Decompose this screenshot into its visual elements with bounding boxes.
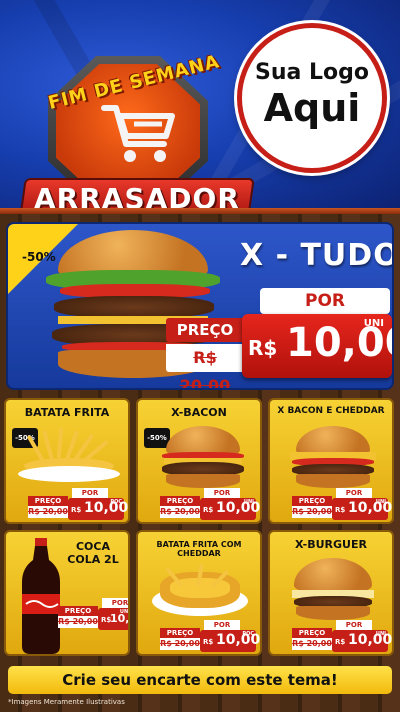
x-bacon-cheddar-image [286,426,380,492]
product-card-coca-cola[interactable]: COCA COLA 2L POR PREÇO R$ 20,00 R$ 10,00… [4,530,130,656]
currency: R$ [203,638,214,646]
product-card-x-burguer[interactable]: X-BURGUER POR PREÇO R$ 20,00 R$ 10,00 UN… [268,530,394,656]
flyer-page: FIM DE SEMANA ARRASADOR Sua Logo Aqui -5… [0,0,400,712]
weekend-badge: FIM DE SEMANA ARRASADOR [18,38,255,214]
product-card-batata-frita[interactable]: BATATA FRITA -50% POR PREÇO R$ 20,00 R$ … [4,398,130,524]
coca-cola-bottle-icon [22,538,60,654]
logo-line1: Sua Logo [254,60,369,85]
product-title: X-BACON [171,406,227,419]
price-tag: POR PREÇO R$ 20,00 R$ 10,00 POC [28,488,128,522]
preco-label: PREÇO [160,496,200,506]
price-tag: POR PREÇO R$ 20,00 R$ 10,00 POC [160,620,260,654]
product-title: X-BURGUER [295,538,367,551]
logo-placeholder[interactable]: Sua Logo Aqui [237,23,387,173]
shopping-cart-icon [101,105,175,162]
price-box: R$ 10,00 POC [68,498,128,520]
preco-label: PREÇO [58,606,98,616]
product-title: COCA COLA 2L [67,540,119,566]
disclaimer-text: *Imagens Meramente Ilustrativas [8,698,125,706]
product-title: BATATA FRITA [24,406,110,419]
old-price: R$ 20,00 [28,506,68,518]
hero-product-title: X - TUDO [240,238,394,273]
product-card-batata-cheddar[interactable]: BATATA FRITA COM CHEDDAR POR PREÇO R$ 20… [136,530,262,656]
old-price: R$ 20,00 [160,506,200,518]
product-card-x-bacon[interactable]: X-BACON -50% POR PREÇO R$ 20,00 R$ 10,00… [136,398,262,524]
old-price: R$ 20,00 [292,506,332,518]
currency: R$ [335,638,346,646]
hero-currency: R$ [248,336,278,360]
por-label: POR [336,488,372,498]
currency: R$ [335,506,346,514]
unit: POC [110,499,122,505]
preco-label: PREÇO [292,496,332,506]
unit: UNI [243,499,254,505]
price-tag: POR PREÇO R$ 20,00 R$ 10,00 UNI [58,598,130,632]
hero-price-box: UNI R$ 10,00 [242,314,392,378]
fries-cheddar-image [152,562,248,622]
hero-por-label: POR [260,288,390,314]
unit: UNI [375,631,386,637]
preco-label: PREÇO [28,496,68,506]
price-box: R$ 10,00 UNI [332,498,392,520]
logo-line2: Aqui [263,86,361,130]
currency: R$ [203,506,214,514]
price-box: R$ 10,00 UNI [98,608,130,630]
por-label: POR [336,620,372,630]
price-box: R$ 10,00 POC [200,630,260,652]
hero-price: 10,00 [286,320,392,366]
price-tag: POR PREÇO R$ 20,00 R$ 10,00 UNI [292,488,392,522]
unit: UNI [119,609,130,615]
price-tag: POR PREÇO R$ 20,00 R$ 10,00 UNI [160,488,260,522]
por-label: POR [72,488,108,498]
x-burguer-image [286,558,380,624]
header-divider [0,208,400,214]
product-card-x-bacon-cheddar[interactable]: X BACON E CHEDDAR POR PREÇO R$ 20,00 R$ … [268,398,394,524]
currency: R$ [71,506,82,514]
unit: POC [242,631,254,637]
price-box: R$ 10,00 UNI [332,630,392,652]
old-price: R$ 20,00 [58,616,98,628]
header-banner: FIM DE SEMANA ARRASADOR Sua Logo Aqui [0,0,400,214]
x-bacon-image [156,426,250,492]
cta-banner[interactable]: Crie seu encarte com este tema! [8,666,392,694]
product-title: BATATA FRITA COM CHEDDAR [156,540,242,558]
por-label: POR [204,488,240,498]
por-label: POR [102,598,128,608]
hero-preco-label: PREÇO [166,318,244,342]
preco-label: PREÇO [160,628,200,638]
hero-offer[interactable]: -50% X - TUDO POR PREÇO R$ 20,00 UNI R$ … [6,222,394,390]
price-tag: POR PREÇO R$ 20,00 R$ 10,00 UNI [292,620,392,654]
old-price: R$ 20,00 [292,638,332,650]
old-price: R$ 20,00 [160,638,200,650]
unit: UNI [375,499,386,505]
hero-old-price: R$ 20,00 [166,344,244,388]
preco-label: PREÇO [292,628,332,638]
price-box: R$ 10,00 UNI [200,498,260,520]
product-title: X BACON E CHEDDAR [277,406,385,416]
patty [54,296,214,318]
por-label: POR [204,620,240,630]
